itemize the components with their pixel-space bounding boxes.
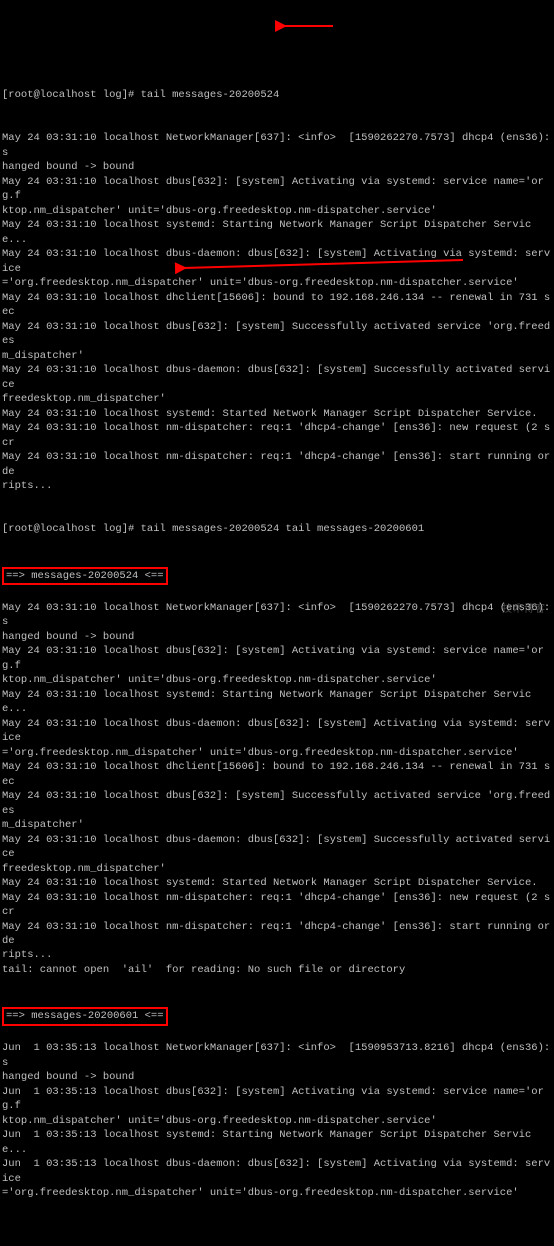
log-line: May 24 03:31:10 localhost dbus[632]: [sy… xyxy=(2,644,552,673)
log-block-3: Jun 1 03:35:13 localhost NetworkManager[… xyxy=(2,1041,552,1200)
log-line: May 24 03:31:10 localhost dhclient[15606… xyxy=(2,760,552,789)
log-line: freedesktop.nm_dispatcher' xyxy=(2,392,552,406)
log-line: Jun 1 03:35:13 localhost NetworkManager[… xyxy=(2,1041,552,1070)
file-header-1-highlight: ==> messages-20200524 <== xyxy=(2,567,168,585)
log-line: May 24 03:31:10 localhost dbus[632]: [sy… xyxy=(2,789,552,818)
log-line: tail: cannot open 'ail' for reading: No … xyxy=(2,963,552,977)
log-line: hanged bound -> bound xyxy=(2,630,552,644)
watermark: 技术博客 xyxy=(502,603,546,617)
prompt-line-2: [root@localhost log]# tail messages-2020… xyxy=(2,522,552,536)
log-line: May 24 03:31:10 localhost dbus-daemon: d… xyxy=(2,717,552,746)
log-line: m_dispatcher' xyxy=(2,818,552,832)
log-line: May 24 03:31:10 localhost systemd: Start… xyxy=(2,407,552,421)
prompt-line-1: [root@localhost log]# tail messages-2020… xyxy=(2,88,552,102)
log-line: May 24 03:31:10 localhost dbus-daemon: d… xyxy=(2,833,552,862)
log-line: hanged bound -> bound xyxy=(2,1070,552,1084)
file-header-1: ==> messages-20200524 <== xyxy=(6,570,164,582)
log-line: May 24 03:31:10 localhost dbus-daemon: d… xyxy=(2,363,552,392)
arrow-annotation-1 xyxy=(278,5,338,39)
log-line: May 24 03:31:10 localhost dbus-daemon: d… xyxy=(2,247,552,276)
log-line: May 24 03:31:10 localhost nm-dispatcher:… xyxy=(2,920,552,949)
log-line: May 24 03:31:10 localhost nm-dispatcher:… xyxy=(2,891,552,920)
log-line: ripts... xyxy=(2,479,552,493)
log-line: May 24 03:31:10 localhost systemd: Start… xyxy=(2,688,552,717)
log-line: Jun 1 03:35:13 localhost dbus[632]: [sys… xyxy=(2,1085,552,1114)
log-line: May 24 03:31:10 localhost NetworkManager… xyxy=(2,601,552,630)
log-line: ='org.freedesktop.nm_dispatcher' unit='d… xyxy=(2,746,552,760)
log-line: May 24 03:31:10 localhost NetworkManager… xyxy=(2,131,552,160)
log-line: hanged bound -> bound xyxy=(2,160,552,174)
log-line: m_dispatcher' xyxy=(2,349,552,363)
log-line: freedesktop.nm_dispatcher' xyxy=(2,862,552,876)
log-line: ripts... xyxy=(2,948,552,962)
log-line: May 24 03:31:10 localhost dbus[632]: [sy… xyxy=(2,175,552,204)
log-line: ='org.freedesktop.nm_dispatcher' unit='d… xyxy=(2,1186,552,1200)
log-line: ktop.nm_dispatcher' unit='dbus-org.freed… xyxy=(2,1114,552,1128)
log-block-2: May 24 03:31:10 localhost NetworkManager… xyxy=(2,601,552,978)
log-line: Jun 1 03:35:13 localhost systemd: Starti… xyxy=(2,1128,552,1157)
log-line: May 24 03:31:10 localhost dhclient[15606… xyxy=(2,291,552,320)
log-line: ktop.nm_dispatcher' unit='dbus-org.freed… xyxy=(2,673,552,687)
log-line: May 24 03:31:10 localhost systemd: Start… xyxy=(2,218,552,247)
log-block-1: May 24 03:31:10 localhost NetworkManager… xyxy=(2,131,552,493)
log-line: May 24 03:31:10 localhost nm-dispatcher:… xyxy=(2,450,552,479)
log-line: Jun 1 03:35:13 localhost dbus-daemon: db… xyxy=(2,1157,552,1186)
log-line: May 24 03:31:10 localhost nm-dispatcher:… xyxy=(2,421,552,450)
log-line: May 24 03:31:10 localhost systemd: Start… xyxy=(2,876,552,890)
terminal[interactable]: [root@localhost log]# tail messages-2020… xyxy=(2,59,552,1230)
file-header-2: ==> messages-20200601 <== xyxy=(6,1010,164,1022)
log-line: May 24 03:31:10 localhost dbus[632]: [sy… xyxy=(2,320,552,349)
log-line: ='org.freedesktop.nm_dispatcher' unit='d… xyxy=(2,276,552,290)
file-header-2-highlight: ==> messages-20200601 <== xyxy=(2,1007,168,1025)
log-line: ktop.nm_dispatcher' unit='dbus-org.freed… xyxy=(2,204,552,218)
